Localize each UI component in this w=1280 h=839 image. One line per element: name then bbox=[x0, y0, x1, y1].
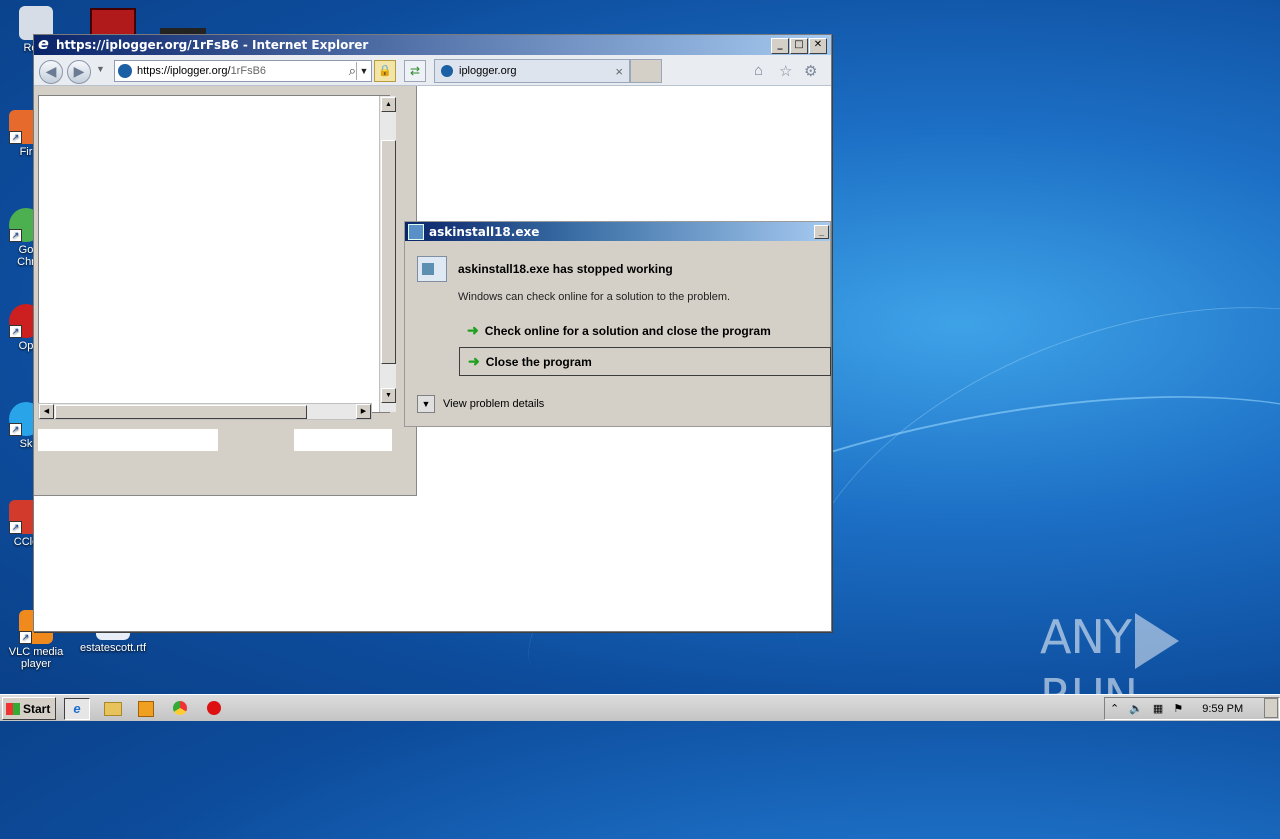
vertical-scroll-thumb[interactable] bbox=[381, 140, 396, 364]
address-host: https://iplogger.org/ bbox=[137, 65, 231, 77]
shortcut-arrow-icon: ↗ bbox=[9, 423, 22, 436]
page-input-left[interactable] bbox=[38, 429, 218, 451]
page-input-right[interactable] bbox=[294, 429, 392, 451]
window-controls: _ □ ✕ bbox=[771, 38, 827, 54]
taskbar-media-player-icon[interactable] bbox=[134, 698, 158, 718]
tab-favicon-icon bbox=[441, 65, 453, 77]
home-icon[interactable]: ⌂ bbox=[754, 62, 763, 79]
scroll-left-icon[interactable]: ◀ bbox=[39, 404, 54, 419]
page-gray-panel: ▲ ▼ ◀ ▶ bbox=[34, 86, 417, 496]
shortcut-arrow-icon: ↗ bbox=[9, 131, 22, 144]
new-tab-button[interactable] bbox=[630, 59, 662, 83]
dialog-minimize-button[interactable]: _ bbox=[814, 225, 829, 239]
horizontal-scroll-thumb[interactable] bbox=[55, 405, 307, 419]
windows-logo-icon bbox=[6, 702, 20, 715]
scroll-right-icon[interactable]: ▶ bbox=[356, 404, 371, 419]
show-hidden-icons-icon[interactable]: ⌃ bbox=[1110, 702, 1119, 715]
dialog-title-bar[interactable]: askinstall18.exe bbox=[405, 222, 830, 241]
expand-chevron-icon[interactable]: ▼ bbox=[417, 395, 435, 413]
lock-icon[interactable]: 🔒 bbox=[374, 60, 396, 82]
close-button[interactable]: ✕ bbox=[809, 38, 827, 54]
gear-icon[interactable]: ⚙ bbox=[804, 62, 817, 80]
ie-title-bar[interactable]: e https://iplogger.org/1rFsB6 - Internet… bbox=[34, 35, 831, 55]
horizontal-scrollbar[interactable]: ◀ ▶ bbox=[38, 403, 372, 420]
refresh-icon[interactable]: ⇄ bbox=[404, 60, 426, 82]
back-icon[interactable]: ◀ bbox=[39, 60, 63, 84]
dialog-title: askinstall18.exe bbox=[429, 224, 540, 239]
start-button[interactable]: Start bbox=[2, 697, 56, 720]
green-arrow-icon: ➜ bbox=[468, 353, 480, 369]
check-online-label: Check online for a solution and close th… bbox=[484, 323, 771, 338]
shortcut-arrow-icon: ↗ bbox=[9, 521, 22, 534]
show-desktop-button[interactable] bbox=[1264, 698, 1278, 718]
address-dropdown-icon[interactable]: ▼ bbox=[356, 62, 371, 80]
close-program-option[interactable]: ➜ Close the program bbox=[459, 347, 831, 376]
system-tray: ⌃ 🔈 ▦ ⚑ 9:59 PM bbox=[1104, 697, 1280, 720]
favorites-icon[interactable]: ☆ bbox=[779, 62, 792, 80]
minimize-button[interactable]: _ bbox=[771, 38, 789, 54]
taskbar-chrome-icon[interactable] bbox=[168, 698, 192, 718]
search-icon[interactable]: ⌕ bbox=[349, 63, 356, 79]
ie-logo-icon: e bbox=[38, 34, 49, 53]
page-frame[interactable]: ▲ ▼ bbox=[38, 95, 396, 413]
dialog-heading: askinstall18.exe has stopped working bbox=[458, 262, 673, 276]
address-path: 1rFsB6 bbox=[230, 65, 267, 77]
app-icon bbox=[408, 223, 424, 240]
play-logo-icon bbox=[1134, 612, 1179, 669]
scroll-down-icon[interactable]: ▼ bbox=[381, 388, 396, 403]
site-favicon-icon bbox=[118, 64, 132, 78]
volume-icon[interactable]: 🔈 bbox=[1129, 702, 1143, 715]
action-center-flag-icon[interactable]: ⚑ bbox=[1173, 702, 1183, 715]
watermark-left: ANY bbox=[1040, 610, 1132, 664]
ie-window-title: https://iplogger.org/1rFsB6 - Internet E… bbox=[56, 38, 369, 52]
green-arrow-icon: ➜ bbox=[467, 322, 479, 338]
check-online-option[interactable]: ➜ Check online for a solution and close … bbox=[459, 317, 829, 344]
scroll-up-icon[interactable]: ▲ bbox=[381, 97, 396, 112]
shortcut-arrow-icon: ↗ bbox=[19, 631, 32, 644]
clock[interactable]: 9:59 PM bbox=[1202, 703, 1243, 715]
start-label: Start bbox=[23, 701, 51, 716]
history-dropdown-icon[interactable]: ▼ bbox=[96, 64, 105, 74]
address-bar[interactable]: https://iplogger.org/1rFsB6 ⌕ ▼ bbox=[114, 60, 372, 82]
maximize-button[interactable]: □ bbox=[790, 38, 808, 54]
tab-close-icon[interactable]: × bbox=[615, 64, 623, 79]
network-icon[interactable]: ▦ bbox=[1153, 702, 1163, 715]
forward-icon[interactable]: ▶ bbox=[67, 60, 91, 84]
tab-label: iplogger.org bbox=[459, 65, 517, 77]
desktop-icon-label: estatescott.rtf bbox=[79, 642, 147, 654]
view-details-label: View problem details bbox=[443, 398, 545, 410]
close-program-label: Close the program bbox=[485, 354, 592, 369]
dialog-subtext: Windows can check online for a solution … bbox=[458, 291, 731, 303]
tab-iplogger[interactable]: iplogger.org × bbox=[434, 59, 630, 83]
program-error-icon bbox=[417, 256, 447, 282]
shortcut-arrow-icon: ↗ bbox=[9, 229, 22, 242]
taskbar-ie-icon[interactable]: e bbox=[64, 698, 90, 720]
ie-toolbar: ◀ ▶ ▼ https://iplogger.org/1rFsB6 ⌕ ▼ 🔒 … bbox=[34, 55, 831, 86]
view-details-toggle[interactable]: ▼ View problem details bbox=[417, 395, 544, 413]
error-dialog[interactable]: askinstall18.exe _ askinstall18.exe has … bbox=[404, 221, 831, 427]
vertical-scrollbar[interactable]: ▲ ▼ bbox=[379, 96, 396, 412]
taskbar: Start e ⌃ 🔈 ▦ ⚑ 9:59 PM bbox=[0, 694, 1280, 721]
taskbar-opera-icon[interactable] bbox=[202, 698, 226, 718]
shortcut-arrow-icon: ↗ bbox=[9, 325, 22, 338]
desktop-icon-label: VLC media player bbox=[8, 646, 64, 670]
taskbar-explorer-icon[interactable] bbox=[101, 698, 125, 718]
